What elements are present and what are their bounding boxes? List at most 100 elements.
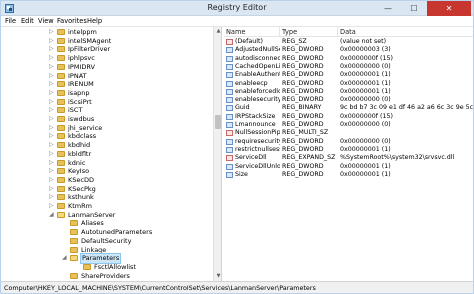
expander-closed-icon[interactable]: ▷: [49, 89, 54, 98]
value-data: 0x00000001 (1): [340, 162, 391, 170]
tree-item[interactable]: ▷ intelSMAgent: [1, 37, 213, 46]
scroll-down-arrow-icon[interactable]: ▼: [214, 272, 221, 281]
tree-item[interactable]: Aliases: [1, 219, 213, 228]
folder-icon: [70, 272, 78, 279]
value-row[interactable]: ServiceDllUnloa...REG_DWORD 0x00000001 (1…: [224, 163, 473, 171]
binary-value-icon: [226, 171, 233, 178]
tree-item[interactable]: ▷ IPNAT: [1, 72, 213, 81]
menu-view[interactable]: View: [38, 17, 54, 25]
expander-closed-icon[interactable]: ▷: [49, 176, 54, 185]
expander-closed-icon[interactable]: ▷: [49, 141, 54, 150]
tree-item[interactable]: ▷ kbdhid: [1, 141, 213, 150]
tree-item[interactable]: FsctlAllowlist: [1, 263, 213, 272]
tree-item[interactable]: ▷ KtmRm: [1, 202, 213, 211]
tree-item[interactable]: ▷ ksthunk: [1, 193, 213, 202]
value-type: REG_DWORD: [282, 54, 324, 62]
scroll-thumb[interactable]: [215, 115, 221, 129]
expander-closed-icon[interactable]: ▷: [49, 45, 54, 54]
tree-item[interactable]: ◢ Parameters: [1, 253, 213, 264]
value-row[interactable]: requiresecuritysi...REG_DWORD 0x00000000 …: [224, 138, 473, 146]
string-value-icon: [226, 130, 233, 137]
value-row[interactable]: IRPStackSize REG_DWORD 0x0000000f (15): [224, 113, 473, 121]
expander-open-icon[interactable]: ◢: [49, 211, 54, 220]
scroll-up-arrow-icon[interactable]: ▲: [214, 27, 221, 36]
expander-closed-icon[interactable]: ▷: [49, 98, 54, 107]
expander-closed-icon[interactable]: ▷: [49, 106, 54, 115]
value-row[interactable]: ServiceDll REG_EXPAND_SZ %SystemRoot%\syst…: [224, 154, 473, 162]
value-row[interactable]: enableecp REG_DWORD 0x00000001 (1): [224, 80, 473, 88]
expander-closed-icon[interactable]: ▷: [49, 124, 54, 133]
expander-closed-icon[interactable]: ▷: [49, 54, 54, 63]
tree-item[interactable]: ▷ jhi_service: [1, 124, 213, 133]
tree-item[interactable]: AutotunedParameters: [1, 228, 213, 237]
tree-item[interactable]: ▷ iswdbus: [1, 115, 213, 124]
value-row[interactable]: AdjustedNullSes...REG_DWORD 0x00000003 (3…: [224, 46, 473, 54]
tree-item[interactable]: ▷ KeyIso: [1, 167, 213, 176]
value-row[interactable]: Guid REG_BINARY 9c bd b7 3c 09 e1 df 46 a2…: [224, 104, 473, 112]
column-header-name[interactable]: Name: [224, 27, 280, 37]
expander-closed-icon[interactable]: ▷: [49, 72, 54, 81]
tree-item[interactable]: ▷ kdnic: [1, 159, 213, 168]
value-row[interactable]: enablesecuritysi...REG_DWORD 0x00000000 (…: [224, 96, 473, 104]
value-type: REG_DWORD: [282, 71, 324, 79]
expander-closed-icon[interactable]: ▷: [49, 63, 54, 72]
value-row[interactable]: Size REG_DWORD 0x00000001 (1): [224, 171, 473, 179]
tree-item[interactable]: Linkage: [1, 246, 213, 255]
values-list-pane[interactable]: Name Type Data (Default) REG_SZ (value not…: [224, 27, 473, 281]
expander-closed-icon[interactable]: ▷: [49, 185, 54, 194]
expander-closed-icon[interactable]: ▷: [49, 80, 54, 89]
menu-favorites[interactable]: Favorites: [57, 17, 87, 25]
maximize-button[interactable]: ☐: [401, 1, 427, 16]
value-row[interactable]: EnableAuthentic...REG_DWORD 0x00000001 (1…: [224, 71, 473, 79]
binary-value-icon: [226, 47, 233, 54]
expander-closed-icon[interactable]: ▷: [49, 150, 54, 159]
expander-closed-icon[interactable]: ▷: [49, 159, 54, 168]
expander-closed-icon[interactable]: ▷: [49, 37, 54, 46]
key-tree-pane[interactable]: ▷ intelppm ▷ intelSMAgent ▷ IpFilterDriver ▷ ip…: [1, 27, 222, 281]
minimize-button[interactable]: —: [375, 1, 401, 16]
column-header-data[interactable]: Data: [338, 27, 473, 37]
tree-item[interactable]: ▷ IRENUM: [1, 80, 213, 89]
value-row[interactable]: NullSessionPipesREG_MULTI_SZ: [224, 129, 473, 137]
value-row[interactable]: Lmannounce REG_DWORD 0x00000000 (0): [224, 121, 473, 129]
tree-item[interactable]: DefaultSecurity: [1, 237, 213, 246]
tree-item[interactable]: ▷ intelppm: [1, 28, 213, 37]
tree-item[interactable]: ▷ KSecPkg: [1, 185, 213, 194]
column-header-type[interactable]: Type: [280, 27, 338, 37]
tree-item[interactable]: ▷ iScsiPrt: [1, 98, 213, 107]
tree-item[interactable]: ▷ IpFilterDriver: [1, 45, 213, 54]
expander-closed-icon[interactable]: ▷: [49, 202, 54, 211]
expander-closed-icon[interactable]: ▷: [49, 193, 54, 202]
title-bar[interactable]: Registry Editor — ☐ ✕: [1, 1, 473, 16]
value-row[interactable]: enableforcedlog...REG_DWORD 0x00000001 (1…: [224, 88, 473, 96]
binary-value-icon: [226, 146, 233, 153]
expander-closed-icon[interactable]: ▷: [49, 167, 54, 176]
tree-item[interactable]: ▷ kbldfltr: [1, 150, 213, 159]
expander-closed-icon[interactable]: ▷: [49, 28, 54, 37]
expander-closed-icon[interactable]: ▷: [49, 132, 54, 141]
folder-icon: [57, 185, 65, 192]
tree-item[interactable]: ▷ kbdclass: [1, 132, 213, 141]
value-row[interactable]: CachedOpenLimitREG_DWORD 0x00000000 (0): [224, 63, 473, 71]
menu-edit[interactable]: Edit: [21, 17, 34, 25]
folder-icon: [57, 194, 65, 201]
value-row[interactable]: (Default) REG_SZ (value not set): [224, 38, 473, 46]
tree-item[interactable]: ShareProviders: [1, 272, 213, 281]
menu-file[interactable]: File: [5, 17, 16, 25]
tree-vertical-scrollbar[interactable]: ▲ ▼: [213, 27, 221, 281]
value-row[interactable]: autodisconnect REG_DWORD 0x0000000f (15): [224, 55, 473, 63]
tree-item-label: AutotunedParameters: [81, 228, 153, 237]
tree-item-label: iphlpsvc: [68, 54, 95, 63]
tree-item[interactable]: ▷ iphlpsvc: [1, 54, 213, 63]
value-data: 0x0000000f (15): [340, 54, 393, 62]
tree-item[interactable]: ◢ LanmanServer: [1, 211, 213, 220]
tree-item[interactable]: ▷ isapnp: [1, 89, 213, 98]
tree-item[interactable]: ▷ iSCT: [1, 106, 213, 115]
tree-item[interactable]: ▷ KSecDD: [1, 176, 213, 185]
close-button[interactable]: ✕: [427, 1, 471, 16]
value-row[interactable]: restrictnullsessa...REG_DWORD 0x00000001 …: [224, 146, 473, 154]
expander-closed-icon[interactable]: ▷: [49, 115, 54, 124]
expander-open-icon[interactable]: ◢: [62, 254, 67, 263]
menu-help[interactable]: Help: [87, 17, 102, 25]
tree-item[interactable]: ▷ IPMIDRV: [1, 63, 213, 72]
